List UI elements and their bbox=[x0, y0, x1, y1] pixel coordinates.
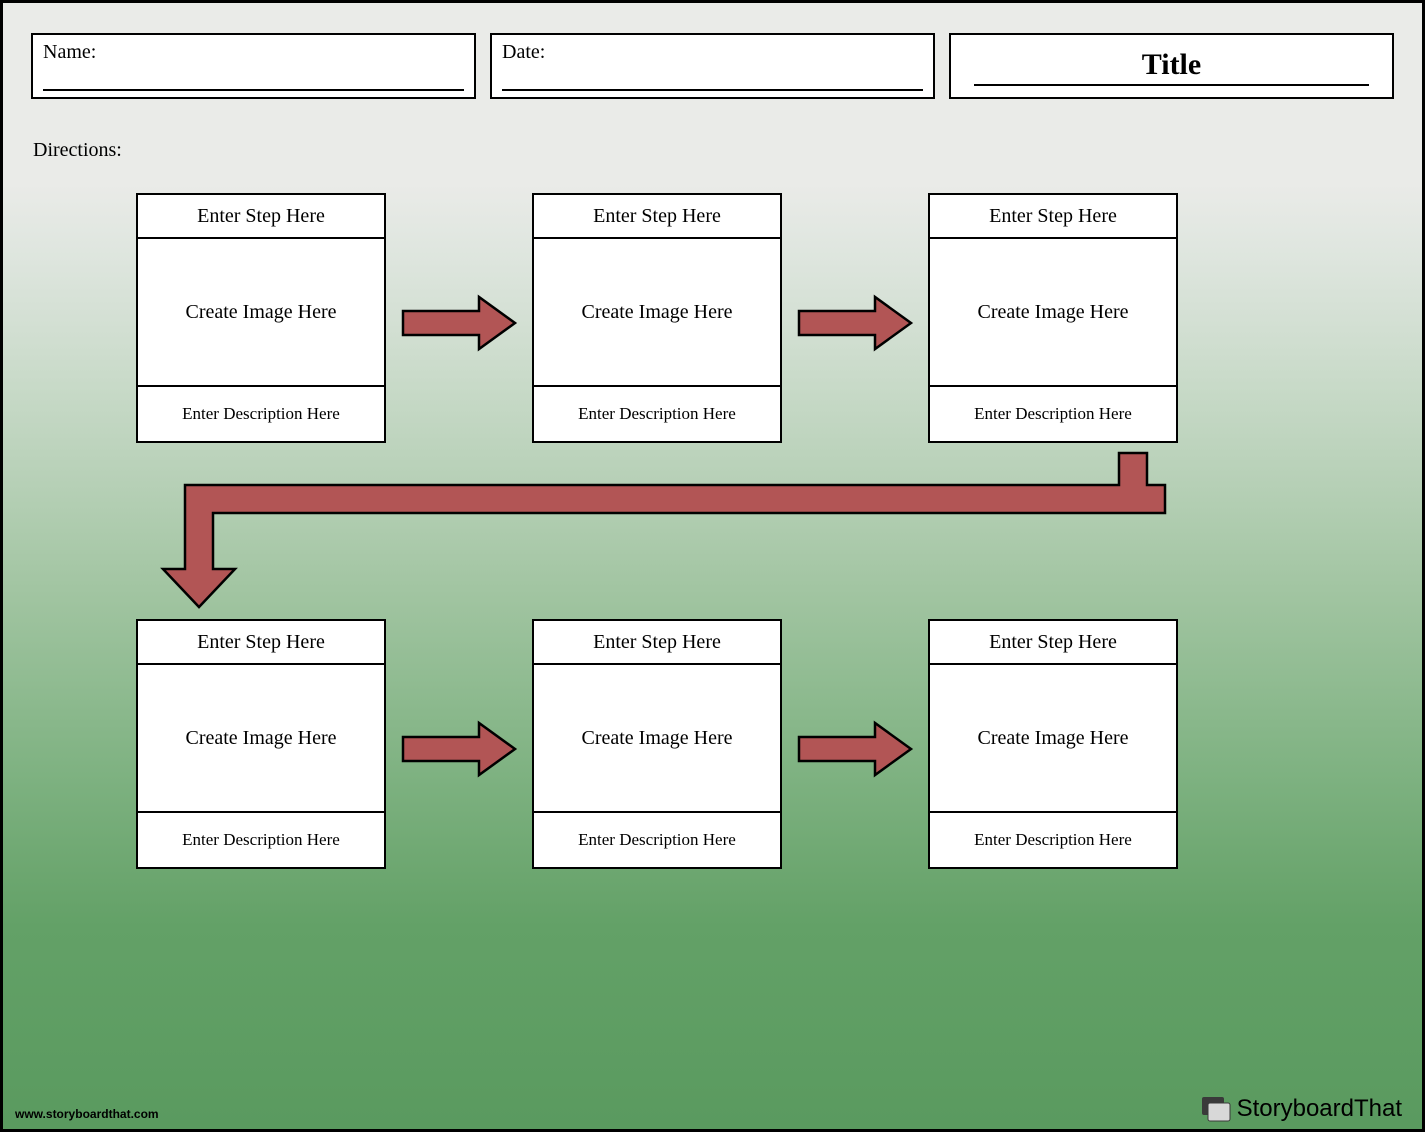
arrow-right-icon bbox=[797, 719, 915, 779]
step-title[interactable]: Enter Step Here bbox=[534, 195, 780, 239]
step-image[interactable]: Create Image Here bbox=[138, 239, 384, 387]
step-description[interactable]: Enter Description Here bbox=[534, 813, 780, 867]
step-box-3[interactable]: Enter Step Here Create Image Here Enter … bbox=[928, 193, 1178, 443]
step-box-2[interactable]: Enter Step Here Create Image Here Enter … bbox=[532, 193, 782, 443]
header-row: Name: Date: Title bbox=[31, 33, 1394, 99]
arrow-right-icon bbox=[401, 293, 519, 353]
name-label: Name: bbox=[43, 41, 464, 64]
step-description[interactable]: Enter Description Here bbox=[138, 813, 384, 867]
name-underline bbox=[43, 89, 464, 91]
arrow-right-icon bbox=[401, 719, 519, 779]
footer-brand-text: StoryboardThat bbox=[1237, 1095, 1402, 1123]
title-underline bbox=[974, 84, 1370, 86]
step-title[interactable]: Enter Step Here bbox=[930, 195, 1176, 239]
step-box-4[interactable]: Enter Step Here Create Image Here Enter … bbox=[136, 619, 386, 869]
footer-url: www.storyboardthat.com bbox=[15, 1107, 159, 1121]
step-image[interactable]: Create Image Here bbox=[534, 665, 780, 813]
date-box[interactable]: Date: bbox=[490, 33, 935, 99]
arrow-connector-icon bbox=[149, 451, 1169, 611]
step-title[interactable]: Enter Step Here bbox=[138, 621, 384, 665]
footer-brand: StoryboardThat bbox=[1201, 1095, 1402, 1123]
step-box-5[interactable]: Enter Step Here Create Image Here Enter … bbox=[532, 619, 782, 869]
step-description[interactable]: Enter Description Here bbox=[930, 387, 1176, 441]
step-title[interactable]: Enter Step Here bbox=[534, 621, 780, 665]
arrow-right-icon bbox=[797, 293, 915, 353]
date-label: Date: bbox=[502, 41, 923, 64]
step-image[interactable]: Create Image Here bbox=[930, 665, 1176, 813]
step-image[interactable]: Create Image Here bbox=[930, 239, 1176, 387]
name-box[interactable]: Name: bbox=[31, 33, 476, 99]
title-text: Title bbox=[1142, 48, 1201, 82]
step-description[interactable]: Enter Description Here bbox=[138, 387, 384, 441]
date-underline bbox=[502, 89, 923, 91]
step-box-1[interactable]: Enter Step Here Create Image Here Enter … bbox=[136, 193, 386, 443]
brand-icon bbox=[1201, 1096, 1231, 1122]
step-image[interactable]: Create Image Here bbox=[138, 665, 384, 813]
step-description[interactable]: Enter Description Here bbox=[930, 813, 1176, 867]
directions-label: Directions: bbox=[33, 139, 122, 162]
worksheet-page: Name: Date: Title Directions: Enter Step… bbox=[0, 0, 1425, 1132]
step-title[interactable]: Enter Step Here bbox=[930, 621, 1176, 665]
step-description[interactable]: Enter Description Here bbox=[534, 387, 780, 441]
step-box-6[interactable]: Enter Step Here Create Image Here Enter … bbox=[928, 619, 1178, 869]
step-image[interactable]: Create Image Here bbox=[534, 239, 780, 387]
step-title[interactable]: Enter Step Here bbox=[138, 195, 384, 239]
title-box[interactable]: Title bbox=[949, 33, 1394, 99]
